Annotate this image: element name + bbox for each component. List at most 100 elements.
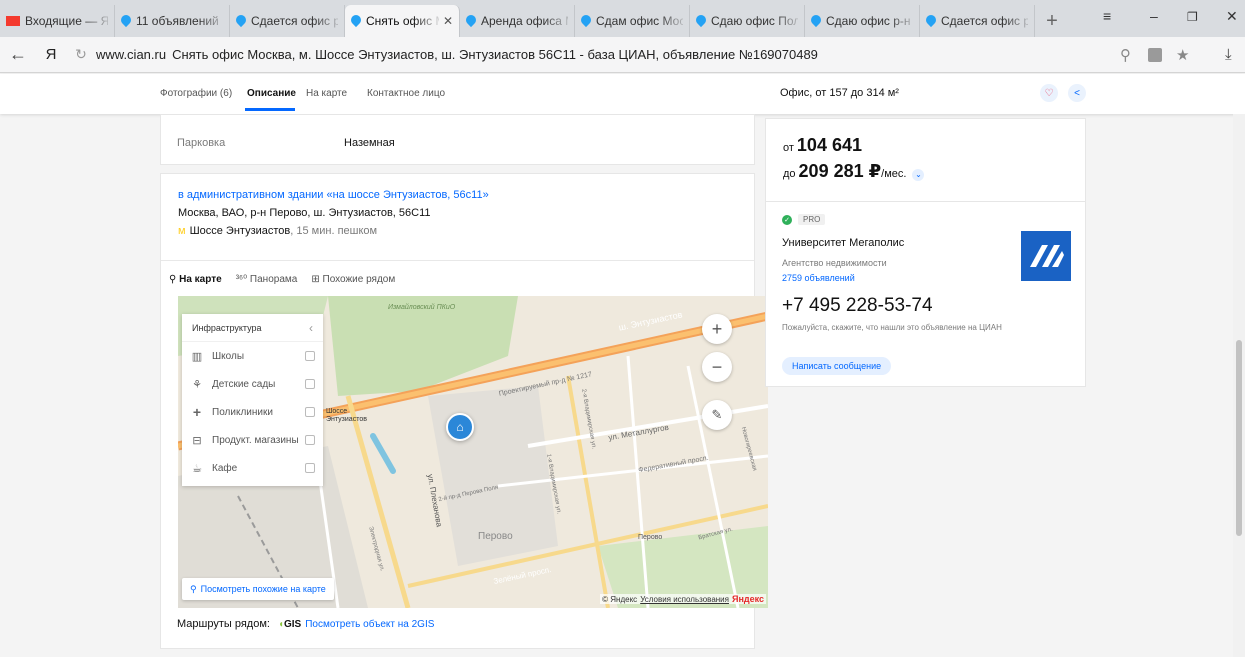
- cian-pin-icon: [811, 15, 821, 27]
- tab-nearby[interactable]: ⊞ Похожие рядом: [311, 274, 395, 285]
- kindergarten-icon: ⚘: [192, 378, 202, 391]
- offer-title: Офис, от 157 до 314 м²: [780, 87, 899, 99]
- infra-item-clinics[interactable]: + Поликлиники: [182, 398, 323, 426]
- url-page-title[interactable]: Снять офис Москва, м. Шоссе Энтузиастов,…: [172, 47, 818, 62]
- map-pin-icon: ⚲: [190, 583, 197, 594]
- agent-type: Агентство недвижимости: [782, 258, 887, 268]
- cian-pin-icon: [121, 15, 131, 27]
- 2gis-link[interactable]: Посмотреть объект на 2GIS: [305, 619, 434, 630]
- cup-icon: ☕: [192, 462, 202, 475]
- divider: [161, 260, 754, 261]
- map-copyright: © Яндекс Условия использования Яндекс: [600, 594, 766, 604]
- collapse-chevron-icon[interactable]: ‹: [309, 321, 313, 335]
- browser-tab[interactable]: Сдам офис Мос: [575, 5, 690, 37]
- browser-tab-active[interactable]: Снять офис М ✕: [345, 5, 460, 37]
- cian-pin-icon: [926, 15, 936, 27]
- infra-item-schools[interactable]: ▥ Школы: [182, 342, 323, 370]
- browser-tab[interactable]: 11 объявлений: [115, 5, 230, 37]
- address-bar: ← Я ↻ www.cian.ru Снять офис Москва, м. …: [0, 37, 1245, 73]
- yandex-logo[interactable]: Я: [36, 46, 66, 63]
- infrastructure-title: Инфраструктура: [192, 322, 262, 333]
- agency-logo-mark: [1030, 245, 1064, 267]
- back-arrow-icon[interactable]: ←: [0, 44, 36, 65]
- tab-on-map[interactable]: ⚲ На карте: [169, 274, 222, 285]
- district-label: Перово: [478, 531, 513, 542]
- subnav-map[interactable]: На карте: [306, 88, 347, 99]
- verified-check-icon: ✓: [782, 214, 792, 225]
- metro-station-label: Шоссе Энтузиастов: [326, 408, 367, 423]
- subnav-photos[interactable]: Фотографии (6): [160, 88, 232, 99]
- metro-station[interactable]: Шоссе Энтузиастов: [190, 225, 291, 237]
- checkbox[interactable]: [305, 463, 315, 473]
- agent-phone[interactable]: +7 495 228-53-74: [782, 295, 933, 317]
- tab-panorama[interactable]: ³⁶⁰ Панорама: [236, 274, 298, 285]
- write-message-button[interactable]: Написать сообщение: [782, 357, 892, 375]
- url-domain[interactable]: www.cian.ru: [96, 47, 166, 62]
- price-to: до 209 281 ₽ /мес. ⌄: [783, 161, 925, 182]
- price-dropdown-chevron-icon[interactable]: ⌄: [912, 168, 925, 181]
- parking-label: Парковка: [177, 137, 226, 149]
- browser-tab[interactable]: Сдаю офис р-н: [805, 5, 920, 37]
- metro-icon: ᴍ: [178, 225, 186, 237]
- park-label: Измайловский ПКиО: [388, 304, 456, 311]
- scrollbar-thumb[interactable]: [1236, 340, 1242, 536]
- ruler-icon[interactable]: ✎: [702, 400, 732, 430]
- infra-item-cafe[interactable]: ☕ Кафе: [182, 454, 323, 482]
- page-subnav: Фотографии (6) Описание На карте Контакт…: [0, 74, 1245, 114]
- close-window-icon[interactable]: ✕: [1226, 8, 1238, 25]
- download-icon[interactable]: ⤓: [1225, 46, 1232, 63]
- see-similar-button[interactable]: ⚲ Посмотреть похожие на карте: [182, 578, 334, 600]
- browser-tab[interactable]: Сдается офис р: [920, 5, 1035, 37]
- yandex-map[interactable]: ш. Энтузиастов Проектируемый пр-д № 1217…: [178, 296, 768, 608]
- zoom-out-button[interactable]: −: [702, 352, 732, 382]
- subnav-description[interactable]: Описание: [247, 88, 296, 99]
- agent-name[interactable]: Университет Мегаполис: [782, 237, 904, 249]
- page-scrollbar[interactable]: [1233, 114, 1245, 657]
- building-link[interactable]: в административном здании «на шоссе Энту…: [178, 189, 489, 201]
- agent-card: ✓ PRO Университет Мегаполис Агентство не…: [765, 201, 1086, 387]
- infrastructure-panel: Инфраструктура ‹ ▥ Школы ⚘ Детские сады + П…: [182, 314, 323, 486]
- checkbox[interactable]: [305, 435, 315, 445]
- cart-icon: ⊟: [192, 434, 202, 447]
- subnav-contact[interactable]: Контактное лицо: [367, 88, 445, 99]
- browser-tab[interactable]: Сдаю офис Пол: [690, 5, 805, 37]
- active-tab-underline: [245, 108, 295, 111]
- zoom-in-button[interactable]: +: [702, 314, 732, 344]
- pro-badge-row: ✓ PRO: [782, 214, 826, 225]
- metro-station-label: Перово: [638, 534, 663, 541]
- reload-icon[interactable]: ↻: [66, 46, 96, 63]
- browser-tab[interactable]: Входящие — Ян: [0, 5, 115, 37]
- metro-time: , 15 мин. пешком: [290, 225, 378, 237]
- checkbox[interactable]: [305, 379, 315, 389]
- price-from-value: 104 641: [796, 135, 862, 155]
- object-marker-icon[interactable]: ⌂: [446, 413, 474, 441]
- checkbox[interactable]: [305, 407, 315, 417]
- protect-icon[interactable]: [1148, 48, 1162, 62]
- medical-cross-icon: +: [192, 404, 202, 420]
- infra-item-kindergartens[interactable]: ⚘ Детские сады: [182, 370, 323, 398]
- close-tab-icon[interactable]: ✕: [443, 14, 453, 28]
- bookmark-star-icon[interactable]: ★: [1176, 46, 1189, 64]
- restore-icon[interactable]: ❐: [1187, 10, 1198, 24]
- terms-link[interactable]: Условия использования: [640, 595, 729, 604]
- browser-tab[interactable]: Сдается офис р: [230, 5, 345, 37]
- parking-card: Парковка Наземная: [160, 114, 755, 165]
- checkbox[interactable]: [305, 351, 315, 361]
- browser-tab[interactable]: Аренда офиса М: [460, 5, 575, 37]
- search-icon[interactable]: ⚲: [1120, 46, 1131, 64]
- menu-icon[interactable]: ≡: [1103, 8, 1111, 24]
- minimize-icon[interactable]: –: [1150, 8, 1158, 24]
- routes-label: Маршруты рядом:: [177, 618, 270, 630]
- price-from: от 104 641: [783, 135, 862, 155]
- agent-offers-link[interactable]: 2759 объявлений: [782, 273, 855, 283]
- new-tab-icon[interactable]: +: [1035, 5, 1069, 37]
- share-icon[interactable]: <: [1068, 84, 1086, 102]
- heart-icon[interactable]: ♡: [1040, 84, 1058, 102]
- address-text: Москва, ВАО, р-н Перово, ш. Энтузиастов,…: [178, 207, 431, 219]
- agent-note: Пожалуйста, скажите, что нашли это объяв…: [782, 323, 1002, 332]
- agency-logo[interactable]: [1021, 231, 1071, 281]
- cian-pin-icon: [351, 15, 361, 27]
- yandex-map-logo[interactable]: Яндекс: [732, 594, 764, 604]
- metro-info: ᴍ Шоссе Энтузиастов , 15 мин. пешком: [178, 225, 377, 237]
- infra-item-groceries[interactable]: ⊟ Продукт. магазины: [182, 426, 323, 454]
